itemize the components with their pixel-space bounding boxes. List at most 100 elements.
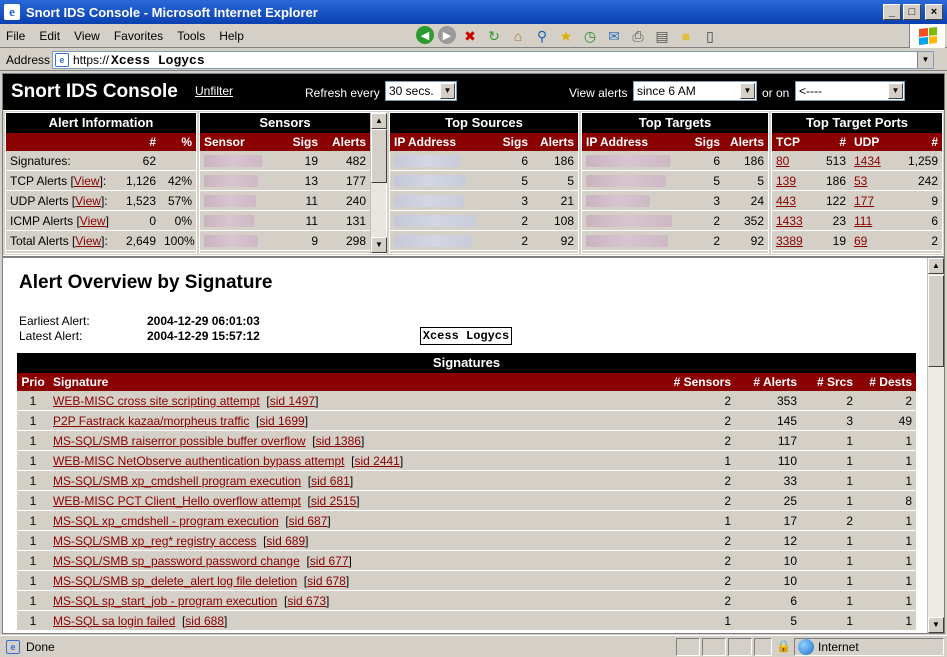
signature-link[interactable]: WEB-MISC NetObserve authentication bypas… <box>53 454 344 468</box>
source-ip-redacted[interactable] <box>390 214 494 228</box>
signature-link[interactable]: MS-SQL sa login failed <box>53 614 175 628</box>
maximize-button[interactable]: □ <box>903 4 921 20</box>
address-input[interactable]: e https:// Xcess Logycs ▼ <box>52 51 934 69</box>
forward-icon[interactable]: ▶ <box>438 26 456 44</box>
scroll-up-icon[interactable]: ▲ <box>371 113 387 129</box>
udp-port-link[interactable]: 53 <box>854 174 867 188</box>
menu-help[interactable]: Help <box>213 29 252 43</box>
scroll-down-icon[interactable]: ▼ <box>928 617 944 633</box>
signature-link[interactable]: MS-SQL/SMB xp_cmdshell program execution <box>53 474 301 488</box>
sid-link[interactable]: sid 688 <box>185 614 224 628</box>
scroll-down-icon[interactable]: ▼ <box>371 237 387 253</box>
view-tcp-link[interactable]: View <box>74 174 100 188</box>
sensor-name-redacted[interactable] <box>200 194 284 208</box>
source-ip-redacted[interactable] <box>390 174 494 188</box>
refresh-icon[interactable]: ↻ <box>484 26 504 46</box>
udp-port-link[interactable]: 111 <box>854 214 872 228</box>
udp-port-link[interactable]: 69 <box>854 234 867 248</box>
tcp-port-link[interactable]: 139 <box>776 174 796 188</box>
target-ip-redacted[interactable] <box>582 174 686 188</box>
sensor-name-redacted[interactable] <box>200 234 284 248</box>
target-ip-redacted[interactable] <box>582 154 686 168</box>
view-icmp-link[interactable]: View <box>80 214 106 228</box>
udp-port-link[interactable]: 1434 <box>854 154 881 168</box>
messenger-icon[interactable]: ▯ <box>700 26 720 46</box>
source-ip-redacted[interactable] <box>390 194 494 208</box>
signature-link[interactable]: MS-SQL sp_start_job - program execution <box>53 594 277 608</box>
unfilter-link[interactable]: Unfilter <box>195 84 233 98</box>
view-udp-link[interactable]: View <box>75 194 101 208</box>
signature-link[interactable]: WEB-MISC cross site scripting attempt <box>53 394 260 408</box>
view-alerts-select[interactable]: since 6 AM ▼ <box>633 81 757 101</box>
scroll-thumb[interactable] <box>928 275 944 367</box>
refresh-select[interactable]: 30 secs. ▼ <box>385 81 457 101</box>
main-scrollbar[interactable]: ▲ ▼ <box>927 258 944 633</box>
col-srcs[interactable]: # Srcs <box>801 375 857 389</box>
col-sensors[interactable]: # Sensors <box>643 375 735 389</box>
signature-link[interactable]: MS-SQL/SMB raiserror possible buffer ove… <box>53 434 306 448</box>
home-icon[interactable]: ⌂ <box>508 26 528 46</box>
menu-view[interactable]: View <box>68 29 108 43</box>
lock-icon[interactable]: 🔒 <box>776 639 791 653</box>
tcp-port-link[interactable]: 80 <box>776 154 789 168</box>
search-icon[interactable]: ⚲ <box>532 26 552 46</box>
sid-link[interactable]: sid 2441 <box>354 454 399 468</box>
sid-link[interactable]: sid 2515 <box>311 494 356 508</box>
sensor-name-redacted[interactable] <box>200 214 284 228</box>
scroll-thumb[interactable] <box>371 129 387 183</box>
sid-link[interactable]: sid 673 <box>287 594 326 608</box>
tcp-port-link[interactable]: 443 <box>776 194 796 208</box>
col-signature[interactable]: Signature <box>49 375 643 389</box>
tcp-port-link[interactable]: 3389 <box>776 234 803 248</box>
tcp-port-link[interactable]: 1433 <box>776 214 803 228</box>
source-ip-redacted[interactable] <box>390 234 494 248</box>
menu-favorites[interactable]: Favorites <box>108 29 171 43</box>
page-viewport: Snort IDS Console Unfilter Refresh every… <box>2 73 945 634</box>
edit-icon[interactable]: ▤ <box>652 26 672 46</box>
table-row: 1433 23 111 6 <box>772 211 942 231</box>
signature-link[interactable]: MS-SQL/SMB sp_password password change <box>53 554 300 568</box>
signature-link[interactable]: MS-SQL/SMB xp_reg* registry access <box>53 534 256 548</box>
sensor-name-redacted[interactable] <box>200 154 284 168</box>
signature-link[interactable]: MS-SQL/SMB sp_delete_alert log file dele… <box>53 574 297 588</box>
sid-link[interactable]: sid 1497 <box>270 394 315 408</box>
target-ip-redacted[interactable] <box>582 194 686 208</box>
scroll-up-icon[interactable]: ▲ <box>928 258 944 274</box>
row-signature: P2P Fastrack kazaa/morpheus traffic [sid… <box>53 413 309 428</box>
minimize-button[interactable]: _ <box>883 4 901 20</box>
udp-port-link[interactable]: 177 <box>854 194 874 208</box>
sensors-scrollbar[interactable]: ▲ ▼ <box>370 113 387 253</box>
udp-count: 1,259 <box>907 153 938 168</box>
discuss-icon[interactable]: ■ <box>676 26 696 46</box>
sid-link[interactable]: sid 681 <box>311 474 350 488</box>
stop-icon[interactable]: ✖ <box>460 26 480 46</box>
back-icon[interactable]: ◀ <box>416 26 434 44</box>
sid-link[interactable]: sid 678 <box>307 574 346 588</box>
sid-link[interactable]: sid 677 <box>310 554 349 568</box>
source-ip-redacted[interactable] <box>390 154 494 168</box>
sid-link[interactable]: sid 1386 <box>316 434 361 448</box>
menu-edit[interactable]: Edit <box>33 29 68 43</box>
close-button[interactable]: × <box>925 4 943 20</box>
menu-tools[interactable]: Tools <box>171 29 213 43</box>
address-dropdown-icon[interactable]: ▼ <box>917 52 933 68</box>
date-select[interactable]: <---- ▼ <box>795 81 905 101</box>
mail-icon[interactable]: ✉ <box>604 26 624 46</box>
print-icon[interactable]: ⎙ <box>628 26 648 46</box>
sensor-name-redacted[interactable] <box>200 174 284 188</box>
signature-link[interactable]: WEB-MISC PCT Client_Hello overflow attem… <box>53 494 301 508</box>
target-ip-redacted[interactable] <box>582 234 686 248</box>
signature-link[interactable]: MS-SQL xp_cmdshell - program execution <box>53 514 279 528</box>
sid-link[interactable]: sid 687 <box>289 514 328 528</box>
sid-link[interactable]: sid 1699 <box>259 414 304 428</box>
menu-file[interactable]: File <box>0 29 33 43</box>
history-icon[interactable]: ◷ <box>580 26 600 46</box>
sid-link[interactable]: sid 689 <box>266 534 305 548</box>
view-total-link[interactable]: View <box>75 234 101 248</box>
favorites-icon[interactable]: ★ <box>556 26 576 46</box>
col-prio[interactable]: Prio <box>17 375 49 389</box>
col-dests[interactable]: # Dests <box>857 375 916 389</box>
col-alerts[interactable]: # Alerts <box>735 375 801 389</box>
signature-link[interactable]: P2P Fastrack kazaa/morpheus traffic <box>53 414 249 428</box>
target-ip-redacted[interactable] <box>582 214 686 228</box>
